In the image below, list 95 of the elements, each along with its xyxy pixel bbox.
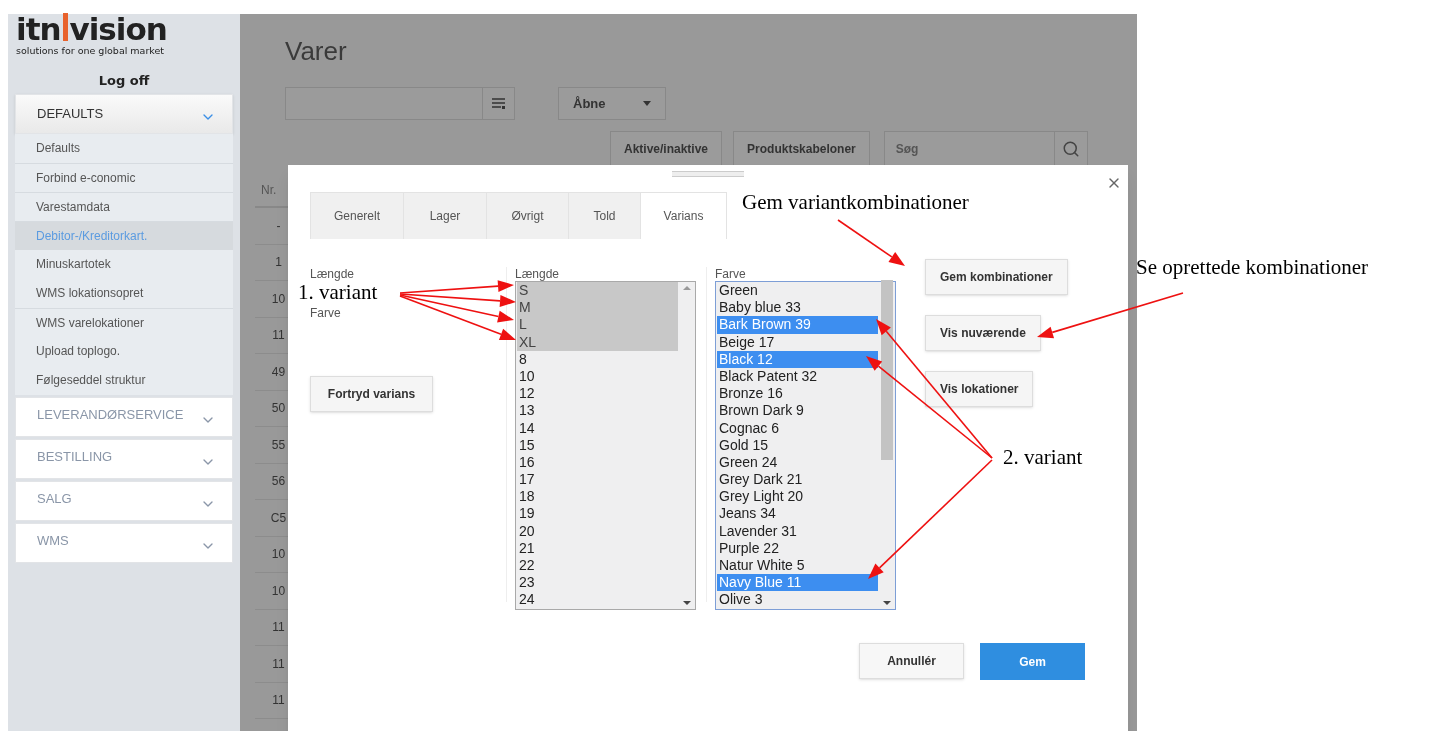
table-cell-text: 11	[271, 327, 285, 345]
list-label: Farve	[715, 267, 746, 282]
logo-tagline: solutions for one global market	[16, 45, 165, 57]
scrollbar-thumb[interactable]	[880, 280, 893, 461]
list-option[interactable]: 10	[517, 367, 537, 386]
annotation-text: Gem variantkombinationer	[742, 190, 969, 214]
search-icon[interactable]	[1061, 140, 1080, 158]
table-cell-text: 1	[274, 254, 282, 272]
cancel-button[interactable]: Annullér	[859, 643, 964, 679]
list-box[interactable]	[715, 281, 896, 610]
list-option[interactable]: 22	[517, 557, 537, 575]
table-cell-text: -	[275, 217, 281, 235]
table-cell-text: C5	[269, 509, 287, 527]
list-option[interactable]: 21	[517, 539, 537, 557]
tab[interactable]: Told	[568, 192, 640, 239]
menu-item[interactable]: Defaults	[15, 133, 233, 163]
action-button[interactable]: Gem kombinationer	[925, 259, 1068, 295]
list-option[interactable]: Purple 22	[717, 539, 781, 557]
drag-handle-icon[interactable]	[672, 171, 744, 177]
table-cell-text: 10	[270, 290, 286, 308]
list-option[interactable]: M	[517, 299, 678, 317]
list-option[interactable]: Cognac 6	[717, 419, 781, 437]
list-option[interactable]: S	[517, 282, 678, 300]
table-cell-text: 10	[270, 582, 286, 600]
list-option[interactable]: Gold 15	[717, 436, 771, 454]
list-option[interactable]: Jeans 34	[717, 505, 778, 523]
list-option[interactable]: Black Patent 32	[717, 367, 820, 386]
list-option[interactable]: 20	[517, 522, 537, 540]
menu-item[interactable]: WMS lokationsopret	[15, 278, 233, 308]
menu-item[interactable]: Minuskartotek	[15, 249, 233, 279]
list-option[interactable]: Bronze 16	[717, 385, 785, 403]
list-box[interactable]: S M L XL 8 10 12 13 14 15 16 17 18 19 20 21 22 23 24	[515, 281, 696, 610]
list-label: Længde	[515, 267, 560, 282]
toolbar-button[interactable]: Produktskabeloner	[733, 131, 870, 167]
list-option[interactable]: Lavender 31	[717, 522, 799, 540]
filter-field[interactable]	[285, 87, 515, 120]
menu-item[interactable]: Forbind e-conomic	[15, 162, 233, 192]
scroll-down-icon[interactable]	[882, 600, 891, 605]
menu-item[interactable]: Følgeseddel struktur	[15, 365, 233, 395]
list-option[interactable]: 19	[517, 505, 537, 523]
toolbar-button[interactable]: Aktive/inaktive	[610, 131, 723, 167]
list-option[interactable]: 15	[517, 436, 537, 454]
table-cell-text: 11	[271, 692, 285, 710]
list-option[interactable]: 23	[517, 574, 537, 592]
undo-variants-button[interactable]: Fortryd varians	[310, 376, 433, 412]
page-title: Varer	[285, 35, 348, 67]
tab[interactable]: Generelt	[310, 192, 403, 239]
scroll-up-icon[interactable]	[682, 286, 691, 290]
table-cell-text: 11	[271, 655, 285, 673]
table-cell-text: 11	[271, 619, 285, 637]
list-option[interactable]: 13	[517, 402, 537, 420]
list-option[interactable]: Natur White 5	[717, 557, 807, 575]
logo-bar-icon	[62, 13, 68, 41]
annotation-text: 2. variant	[1003, 445, 1083, 469]
list-option[interactable]: Olive 3	[717, 591, 765, 609]
table-cell-text: 56	[270, 473, 286, 491]
list-option[interactable]: Brown Dark 9	[717, 402, 806, 420]
list-option[interactable]: Baby blue 33	[717, 299, 803, 317]
list-option[interactable]: Grey Dark 21	[717, 471, 805, 489]
menu-item[interactable]: WMS varelokationer	[15, 307, 233, 337]
logo-text: vision	[69, 16, 167, 42]
list-option[interactable]: 24	[517, 591, 537, 609]
list-option[interactable]: 17	[517, 471, 537, 489]
status-select[interactable]: Åbne	[558, 87, 666, 120]
tab[interactable]: Lager	[403, 192, 486, 239]
list-option[interactable]: 16	[517, 453, 537, 472]
annotation-text: Se oprettede kombinationer	[1136, 255, 1369, 279]
menu-section[interactable]: DEFAULTS	[15, 93, 233, 134]
list-option[interactable]: 14	[517, 419, 537, 437]
list-option[interactable]: Green	[717, 282, 760, 300]
list-option[interactable]: Grey Light 20	[717, 488, 806, 506]
action-button[interactable]: Vis nuværende	[925, 315, 1041, 351]
menu-item[interactable]: Varestamdata	[15, 191, 233, 221]
table-cell-text: 49	[270, 363, 286, 381]
list-option[interactable]: 18	[517, 488, 537, 506]
table-cell-text: 10	[270, 546, 286, 564]
list-option[interactable]: Green 24	[717, 453, 780, 472]
scroll-down-icon[interactable]	[682, 600, 691, 605]
table-cell-text: 50	[270, 400, 286, 418]
field-label: Længde	[310, 267, 355, 282]
annotation-text: 1. variant	[298, 280, 378, 304]
tab[interactable]: Varians	[640, 192, 727, 239]
tab[interactable]: Øvrigt	[486, 192, 568, 239]
menu-item[interactable]: Upload toplogo.	[15, 336, 233, 366]
caret-icon	[643, 101, 651, 106]
list-option[interactable]: 12	[517, 385, 537, 403]
logo-text: itn	[16, 16, 61, 42]
table-cell-text: 55	[270, 436, 286, 454]
annotation-arrow	[837, 219, 905, 266]
list-option[interactable]: 8	[517, 350, 529, 368]
list-option[interactable]: Beige 17	[717, 333, 777, 351]
list-option[interactable]: L	[517, 316, 678, 334]
log-off-link[interactable]: Log off	[98, 71, 150, 91]
action-button[interactable]: Vis lokationer	[925, 371, 1034, 407]
field-label: Farve	[310, 306, 341, 321]
